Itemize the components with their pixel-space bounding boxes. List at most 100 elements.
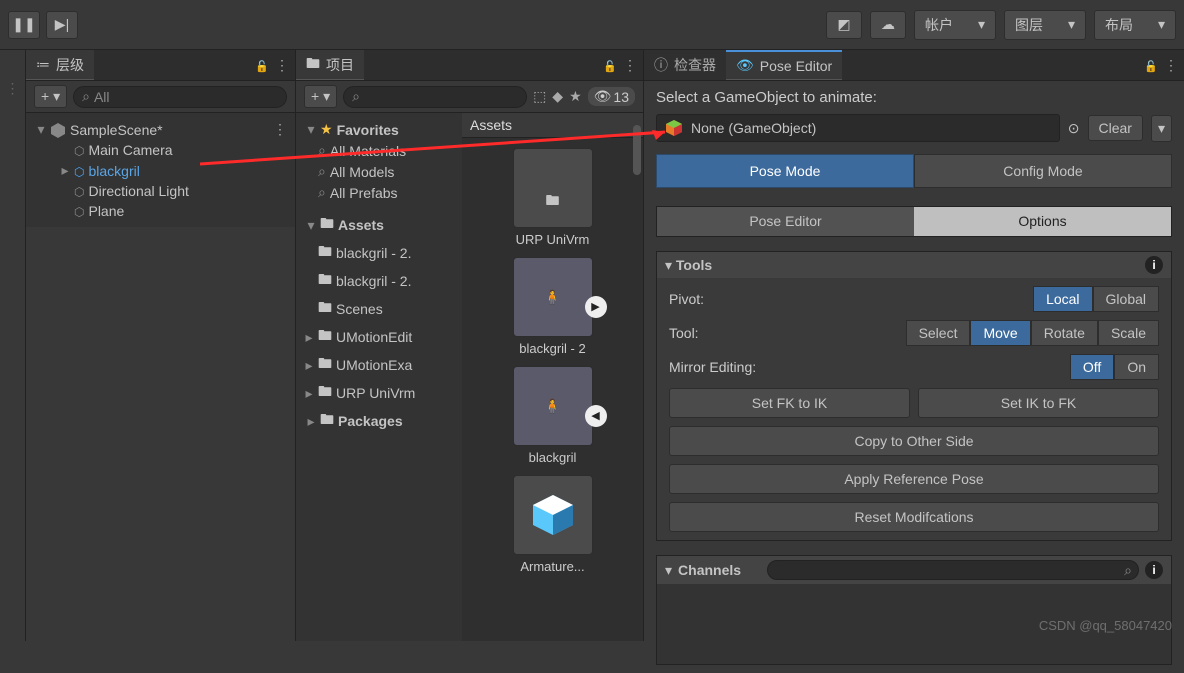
foldout-icon[interactable]: ▾ — [306, 121, 316, 138]
hierarchy-tab[interactable]: ≔ 层级 — [26, 50, 94, 80]
back-badge-icon[interactable]: ◀ — [585, 405, 607, 427]
asset-folder[interactable]: blackgril - 2. — [296, 267, 458, 295]
foldout-icon[interactable]: ▸ — [306, 413, 316, 430]
asset-folder[interactable]: blackgril - 2. — [296, 239, 458, 267]
layout-dropdown[interactable]: 布局▾ — [1094, 10, 1176, 40]
folder-icon — [318, 353, 332, 377]
channels-search[interactable] — [767, 560, 1139, 580]
packages-folder[interactable]: ▸ Packages — [296, 407, 458, 435]
channels-header[interactable]: ▾ Channels i — [657, 556, 1171, 584]
play-badge-icon[interactable]: ▶ — [585, 296, 607, 318]
tool-move[interactable]: Move — [970, 320, 1030, 346]
fav-all-models[interactable]: All Models — [296, 161, 458, 182]
mirror-off[interactable]: Off — [1070, 354, 1114, 380]
folder-icon — [318, 269, 332, 293]
info-icon[interactable]: i — [1145, 561, 1163, 579]
project-panel: 项目 ⋮ + ▾ ⬚ ◆ ★ 👁13 ▾ Favorites — [296, 50, 644, 641]
mirror-on[interactable]: On — [1114, 354, 1159, 380]
asset-folder[interactable]: ▸UMotionExa — [296, 351, 458, 379]
subtab-options[interactable]: Options — [914, 207, 1171, 236]
info-icon[interactable]: i — [1145, 256, 1163, 274]
asset-folder[interactable]: ▸UMotionEdit — [296, 323, 458, 351]
favorites-header[interactable]: ▾ Favorites — [296, 119, 458, 140]
seg-label: Move — [983, 325, 1017, 341]
pose-mode-button[interactable]: Pose Mode — [656, 154, 914, 188]
copy-other-side-button[interactable]: Copy to Other Side — [669, 426, 1159, 456]
gameobject-field[interactable]: None (GameObject) — [656, 114, 1060, 142]
lock-icon[interactable] — [1144, 57, 1158, 73]
project-search[interactable] — [343, 86, 527, 108]
foldout-icon[interactable]: ▾ — [306, 217, 316, 234]
grid-label: blackgril - 2 — [519, 341, 585, 356]
cloud-button[interactable]: ☁ — [870, 11, 906, 39]
lock-icon[interactable] — [255, 57, 269, 73]
chevron-down-icon: ▾ — [1068, 16, 1075, 33]
filter-label-icon[interactable]: ◆ — [552, 88, 563, 105]
tools-header[interactable]: ▾ Tools i — [657, 252, 1171, 278]
foldout-icon[interactable]: ▸ — [304, 357, 314, 374]
grid-item-prefab[interactable]: Armature... — [503, 475, 603, 574]
favorites-label: Favorites — [337, 122, 399, 138]
set-fk-ik-button[interactable]: Set FK to IK — [669, 388, 910, 418]
hierarchy-item-plane[interactable]: Plane — [26, 201, 291, 221]
config-mode-button[interactable]: Config Mode — [914, 154, 1172, 188]
pivot-local[interactable]: Local — [1033, 286, 1092, 312]
hierarchy-icon: ≔ — [36, 56, 50, 73]
set-ik-fk-button[interactable]: Set IK to FK — [918, 388, 1159, 418]
tool-rotate[interactable]: Rotate — [1031, 320, 1098, 346]
account-label: 帐户 — [925, 15, 953, 35]
tool-select[interactable]: Select — [906, 320, 971, 346]
tool-scale[interactable]: Scale — [1098, 320, 1159, 346]
fav-all-prefabs[interactable]: All Prefabs — [296, 182, 458, 203]
foldout-icon[interactable]: ▸ — [304, 385, 314, 402]
scrollbar-thumb[interactable] — [633, 125, 641, 175]
hierarchy-item-blackgril[interactable]: ▸ blackgril — [26, 160, 291, 181]
hierarchy-item-camera[interactable]: Main Camera — [26, 140, 291, 160]
foldout-icon[interactable]: ▾ — [36, 121, 46, 138]
tab-inspector[interactable]: ⓘ 检查器 — [644, 50, 726, 80]
reset-modifications-button[interactable]: Reset Modifcations — [669, 502, 1159, 532]
layers-dropdown[interactable]: 图层▾ — [1004, 10, 1086, 40]
scene-row[interactable]: ▾ SampleScene* ⋮ — [26, 119, 291, 140]
hierarchy-item-light[interactable]: Directional Light — [26, 181, 291, 201]
tab-pose-editor[interactable]: 👁 Pose Editor — [726, 50, 842, 80]
panel-menu-icon[interactable]: ⋮ — [269, 57, 295, 74]
assets-folder[interactable]: ▾ Assets — [296, 211, 458, 239]
seg-label: Off — [1083, 359, 1101, 375]
foldout-icon: ▾ — [665, 562, 672, 579]
panel-menu-icon[interactable]: ⋮ — [1158, 57, 1184, 74]
panel-menu-icon[interactable]: ⋮ — [617, 57, 643, 74]
hidden-badge[interactable]: 👁13 — [588, 87, 635, 106]
account-dropdown[interactable]: 帐户▾ — [914, 10, 996, 40]
package-button[interactable]: ◩ — [826, 11, 862, 39]
clear-label: Clear — [1099, 120, 1132, 136]
grid-item-folder[interactable]: URP UniVrm — [503, 148, 603, 247]
foldout-icon[interactable]: ▸ — [60, 162, 70, 179]
asset-folder[interactable]: ▸URP UniVrm — [296, 379, 458, 407]
grid-label: Armature... — [520, 559, 584, 574]
hierarchy-add-button[interactable]: + ▾ — [34, 85, 67, 108]
lock-icon[interactable] — [603, 57, 617, 73]
target-picker-icon[interactable]: ⊙ — [1068, 120, 1080, 137]
filter-type-icon[interactable]: ⬚ — [533, 88, 546, 105]
project-add-button[interactable]: + ▾ — [304, 85, 337, 108]
fav-all-materials[interactable]: All Materials — [296, 140, 458, 161]
project-tab[interactable]: 项目 — [296, 50, 364, 80]
grid-item-prefab[interactable]: 🧍 ◀ blackgril — [503, 366, 603, 465]
apply-reference-button[interactable]: Apply Reference Pose — [669, 464, 1159, 494]
grid-item-prefab[interactable]: 🧍 ▶ blackgril - 2 — [503, 257, 603, 356]
edge-handle-icon[interactable]: ⋮ — [6, 80, 20, 97]
clear-button[interactable]: Clear — [1088, 115, 1143, 141]
folder-icon — [320, 409, 334, 433]
scene-menu-icon[interactable]: ⋮ — [273, 121, 287, 138]
pivot-global[interactable]: Global — [1093, 286, 1159, 312]
hierarchy-search[interactable]: All — [73, 86, 287, 108]
step-button[interactable]: ▶| — [46, 11, 78, 39]
grid-breadcrumb[interactable]: Assets — [462, 113, 643, 138]
foldout-icon[interactable]: ▸ — [304, 329, 314, 346]
pause-button[interactable]: ❚❚ — [8, 11, 40, 39]
favorite-icon[interactable]: ★ — [569, 88, 582, 105]
clear-dropdown[interactable]: ▾ — [1151, 115, 1172, 142]
asset-folder[interactable]: Scenes — [296, 295, 458, 323]
subtab-pose-editor[interactable]: Pose Editor — [657, 207, 914, 236]
